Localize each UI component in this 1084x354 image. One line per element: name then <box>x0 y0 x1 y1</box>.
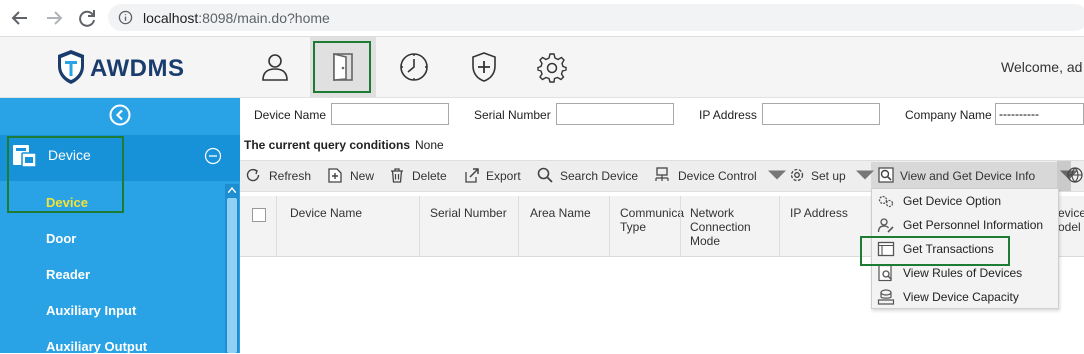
company-name-select[interactable] <box>995 103 1084 125</box>
reload-icon[interactable] <box>75 6 99 30</box>
url-host: localhost <box>143 10 199 26</box>
device-name-label: Device Name <box>254 108 327 122</box>
delete-label: Delete <box>412 169 447 183</box>
view-get-device-info-button[interactable]: View and Get Device Info <box>873 161 1057 191</box>
export-button[interactable]: Export <box>461 161 525 191</box>
person-edit-icon <box>877 218 894 233</box>
ip-address-label: IP Address <box>699 108 757 122</box>
search-doc-icon <box>878 264 893 282</box>
serial-number-input[interactable] <box>556 103 674 125</box>
chevron-down-icon <box>768 170 786 180</box>
scroll-up-icon[interactable] <box>228 187 236 193</box>
search-icon <box>537 167 553 183</box>
collapse-group-icon[interactable] <box>204 147 222 165</box>
serial-number-label: Serial Number <box>474 108 551 122</box>
set-up-label: Set up <box>811 169 846 183</box>
shield-plus-icon <box>472 52 496 82</box>
delete-button[interactable]: Delete <box>386 161 452 191</box>
query-conditions-value: None <box>415 138 444 152</box>
new-icon <box>328 168 342 183</box>
sidebar-item-auxiliary-input[interactable]: Auxiliary Input <box>46 303 136 318</box>
new-label: New <box>350 169 375 183</box>
column-divider <box>518 196 519 256</box>
refresh-icon <box>246 168 260 182</box>
menu-item-label: Get Personnel Information <box>903 218 1044 232</box>
column-divider <box>609 196 610 256</box>
refresh-button[interactable]: Refresh <box>242 161 316 191</box>
column-divider <box>779 196 780 256</box>
language-button[interactable] <box>1064 161 1084 191</box>
url-text[interactable]: localhost:8098/main.do?home <box>143 10 330 26</box>
view-get-device-info-label: View and Get Device Info <box>900 169 1036 183</box>
scrollbar-thumb[interactable] <box>227 198 237 353</box>
shield-logo-icon <box>58 50 84 84</box>
column-divider <box>419 196 420 256</box>
sidebar-scrollbar[interactable] <box>225 184 239 353</box>
menu-item-label: View Rules of Devices <box>903 266 1023 280</box>
gear-icon <box>790 168 804 182</box>
column-header-device-model[interactable]: evice odel <box>1058 206 1084 234</box>
capacity-icon <box>877 289 895 305</box>
search-doc-icon <box>878 167 894 183</box>
personnel-module-tab[interactable] <box>242 37 308 97</box>
collapse-sidebar-icon[interactable] <box>109 104 131 126</box>
select-all-checkbox[interactable] <box>252 208 266 222</box>
sidebar-item-reader[interactable]: Reader <box>46 267 90 282</box>
gears-icon <box>878 195 894 208</box>
menu-item-view-device-capacity[interactable]: View Device Capacity <box>872 285 1058 309</box>
sidebar: Device Device Door Reader Auxiliary Inpu… <box>0 98 240 354</box>
device-control-icon <box>655 167 669 181</box>
column-header-communication-type[interactable]: Communica Type <box>620 206 684 234</box>
device-control-button[interactable]: Device Control <box>651 161 786 191</box>
info-icon[interactable] <box>118 10 133 25</box>
logo-text: AWDMS <box>90 55 185 82</box>
new-button[interactable]: New <box>324 161 378 191</box>
column-header-area-name[interactable]: Area Name <box>530 206 591 220</box>
clock-icon <box>400 53 428 81</box>
refresh-label: Refresh <box>269 169 312 183</box>
globe-icon <box>1067 167 1083 183</box>
column-header-network-connection-mode[interactable]: Network Connection Mode <box>690 206 751 248</box>
export-icon <box>465 168 479 183</box>
menu-item-label: Get Device Option <box>903 194 1002 208</box>
forward-arrow-icon[interactable] <box>42 6 66 30</box>
security-module-tab[interactable] <box>451 37 517 97</box>
sidebar-item-door[interactable]: Door <box>46 231 76 246</box>
access-module-tab[interactable] <box>310 37 376 97</box>
welcome-text: Welcome, ad <box>1001 59 1083 75</box>
column-header-ip-address[interactable]: IP Address <box>790 206 848 220</box>
device-control-label: Device Control <box>678 169 757 183</box>
url-path: :8098/main.do?home <box>198 10 330 26</box>
app-header: AWDMS Welcome, ad <box>0 37 1084 98</box>
column-divider <box>680 196 681 256</box>
ip-address-input[interactable] <box>762 103 880 125</box>
column-header-serial-number[interactable]: Serial Number <box>430 206 507 220</box>
gear-icon <box>537 53 567 83</box>
search-device-button[interactable]: Search Device <box>534 161 640 191</box>
query-conditions-label: The current query conditions <box>244 138 411 152</box>
column-header-device-name[interactable]: Device Name <box>290 206 362 220</box>
sidebar-highlight-box <box>7 136 124 213</box>
menu-item-label: View Device Capacity <box>903 290 1019 304</box>
set-up-button[interactable]: Set up <box>786 161 874 191</box>
module-highlight-box <box>313 41 371 93</box>
export-label: Export <box>486 169 521 183</box>
attendance-module-tab[interactable] <box>381 37 447 97</box>
trash-icon <box>391 168 403 183</box>
person-icon <box>262 54 288 81</box>
address-bar[interactable]: localhost:8098/main.do?home <box>108 4 1084 31</box>
browser-bar: localhost:8098/main.do?home <box>0 0 1084 37</box>
system-module-tab[interactable] <box>519 37 585 97</box>
back-arrow-icon[interactable] <box>8 6 32 30</box>
search-device-label: Search Device <box>560 169 639 183</box>
menu-item-get-personnel-information[interactable]: Get Personnel Information <box>872 213 1058 237</box>
company-name-label: Company Name <box>905 108 992 122</box>
device-name-input[interactable] <box>331 103 449 125</box>
sidebar-item-auxiliary-output[interactable]: Auxiliary Output <box>46 339 147 354</box>
chevron-down-icon <box>856 170 874 180</box>
menu-highlight-box <box>860 236 1010 266</box>
menu-item-get-device-option[interactable]: Get Device Option <box>872 189 1058 213</box>
column-divider <box>276 196 277 256</box>
